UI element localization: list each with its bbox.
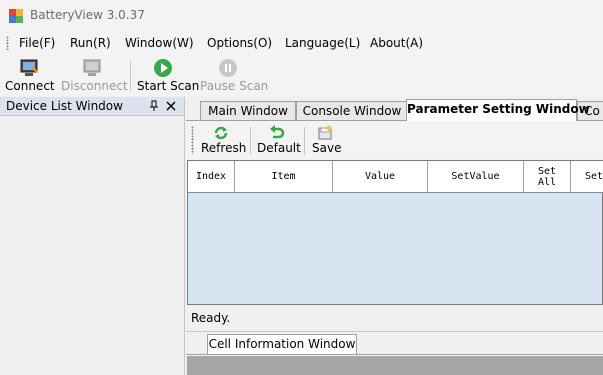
menu-run[interactable]: Run(R) bbox=[70, 36, 111, 50]
toolbar-separator bbox=[250, 127, 251, 155]
bottom-dock-separator bbox=[186, 331, 603, 332]
toolbar-grip-icon bbox=[191, 126, 194, 154]
play-icon bbox=[154, 59, 172, 77]
column-index[interactable]: Index bbox=[188, 161, 235, 192]
save-icon bbox=[318, 125, 332, 140]
pin-icon[interactable] bbox=[149, 100, 159, 112]
column-setvalue[interactable]: SetValue bbox=[428, 161, 524, 192]
column-set[interactable]: Set bbox=[571, 161, 603, 192]
status-bar bbox=[187, 306, 603, 330]
save-label: Save bbox=[312, 141, 342, 155]
column-value[interactable]: Value bbox=[333, 161, 428, 192]
tab-cell-information-window[interactable]: Cell Information Window bbox=[207, 334, 357, 354]
start-scan-label: Start Scan bbox=[137, 79, 200, 93]
menu-window[interactable]: Window(W) bbox=[125, 36, 194, 50]
toolbar-separator bbox=[304, 127, 305, 155]
pause-icon bbox=[219, 59, 237, 77]
close-icon[interactable] bbox=[165, 100, 177, 112]
menu-language[interactable]: Language(L) bbox=[285, 36, 360, 50]
column-set-all[interactable]: Set All bbox=[524, 161, 571, 192]
cell-information-panel bbox=[187, 356, 603, 375]
tab-main-window[interactable]: Main Window bbox=[200, 101, 296, 120]
refresh-label: Refresh bbox=[201, 141, 247, 155]
status-text: Ready. bbox=[191, 311, 231, 325]
menu-file[interactable]: File(F) bbox=[19, 36, 55, 50]
menu-grip-icon bbox=[6, 36, 9, 50]
menu-options[interactable]: Options(O) bbox=[207, 36, 272, 50]
bottom-tab-strip-line bbox=[186, 354, 603, 355]
tab-parameter-setting-window[interactable]: Parameter Setting Window bbox=[406, 99, 590, 121]
menu-about[interactable]: About(A) bbox=[370, 36, 423, 50]
default-label: Default bbox=[257, 141, 301, 155]
undo-icon bbox=[270, 125, 285, 139]
disconnect-label: Disconnect bbox=[61, 79, 128, 93]
tab-console-window[interactable]: Console Window bbox=[296, 101, 408, 120]
column-item[interactable]: Item bbox=[235, 161, 333, 192]
device-list-title: Device List Window bbox=[6, 99, 123, 113]
app-icon bbox=[9, 9, 23, 23]
connect-label: Connect bbox=[5, 79, 55, 93]
refresh-icon bbox=[214, 126, 228, 140]
device-list-panel bbox=[0, 97, 185, 375]
disconnect-icon bbox=[83, 59, 101, 76]
window-title: BatteryView 3.0.37 bbox=[30, 8, 145, 22]
pause-scan-label: Pause Scan bbox=[200, 79, 269, 93]
connect-icon bbox=[20, 59, 38, 76]
toolbar-separator bbox=[130, 60, 131, 92]
